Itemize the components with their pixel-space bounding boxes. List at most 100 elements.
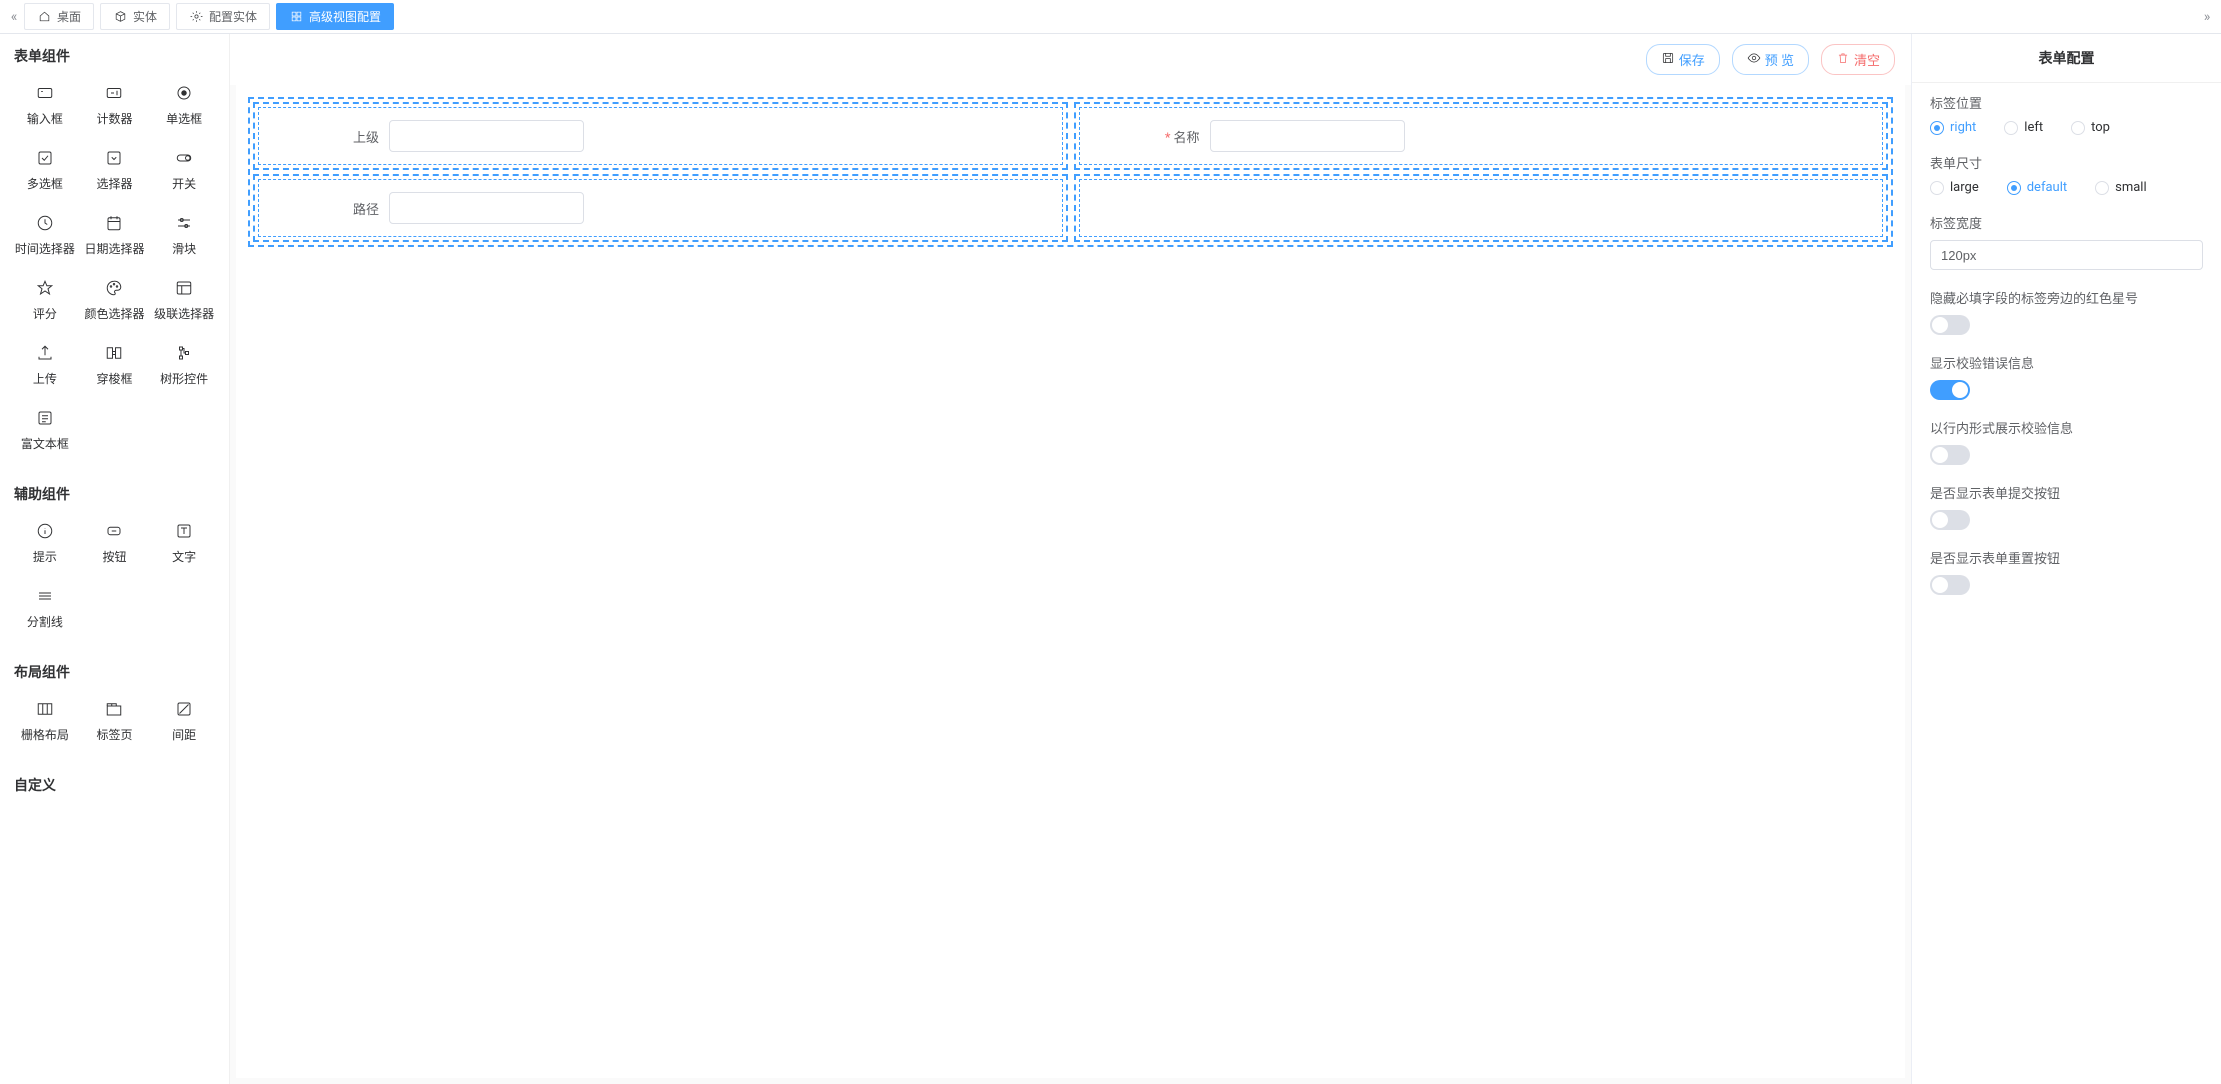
form-cell-empty[interactable] — [1074, 174, 1889, 242]
palette-item-clock[interactable]: 时间选择器 — [10, 202, 80, 267]
palette-item-divider[interactable]: 分割线 — [10, 575, 80, 640]
field-input-path[interactable] — [389, 192, 584, 224]
tab-2[interactable]: 配置实体 — [176, 3, 270, 30]
cfg-label-labelPosition: 标签位置 — [1930, 93, 2203, 112]
palette-item-label: 多选框 — [27, 175, 63, 192]
palette-item-tabs[interactable]: 标签页 — [80, 688, 150, 753]
top-tabs: « 桌面 实体配置实体 高级视图配置 » — [0, 0, 2221, 34]
gear-icon — [189, 10, 203, 24]
config-title: 表单配置 — [1912, 34, 2221, 83]
radio-labelPosition-left[interactable]: left — [2004, 120, 2043, 135]
switch-showMessage[interactable] — [1930, 380, 1970, 400]
calendar-icon — [105, 212, 123, 234]
tabs-scroll-left[interactable]: « — [4, 9, 24, 25]
cfg-label-hideAsterisk: 隐藏必填字段的标签旁边的红色星号 — [1930, 288, 2203, 307]
tabs-icon — [105, 698, 123, 720]
cfg-label-labelWidth: 标签宽度 — [1930, 213, 2203, 232]
cfg-label-showSubmit: 是否显示表单提交按钮 — [1930, 483, 2203, 502]
palette-item-label: 输入框 — [27, 110, 63, 127]
form-canvas[interactable]: 上级 *名称 路径 — [236, 85, 1905, 1078]
radio-formSize-default[interactable]: default — [2007, 180, 2067, 195]
form-cell-parent[interactable]: 上级 — [253, 102, 1068, 170]
preview-button[interactable]: 预 览 — [1732, 44, 1809, 75]
palette-item-text[interactable]: 文字 — [149, 510, 219, 575]
palette-item-upload[interactable]: 上传 — [10, 332, 80, 397]
palette-item-button[interactable]: 按钮 — [80, 510, 150, 575]
palette-section-title: 辅助组件 — [0, 472, 229, 510]
radio-label: small — [2115, 180, 2147, 195]
radio-dot-icon — [2004, 121, 2018, 135]
tree-icon — [175, 342, 193, 364]
cube-icon — [113, 10, 127, 24]
palette-item-slash[interactable]: 间距 — [149, 688, 219, 753]
slash-icon — [175, 698, 193, 720]
radio-dot-icon — [2095, 181, 2109, 195]
radio-labelPosition-right[interactable]: right — [1930, 120, 1976, 135]
palette-item-star[interactable]: 评分 — [10, 267, 80, 332]
palette-item-tree[interactable]: 树形控件 — [149, 332, 219, 397]
palette-item-switch[interactable]: 开关 — [149, 137, 219, 202]
palette-item-radio[interactable]: 单选框 — [149, 72, 219, 137]
palette-item-label: 上传 — [33, 370, 57, 387]
palette-item-label: 树形控件 — [160, 370, 208, 387]
form-cell-name[interactable]: *名称 — [1074, 102, 1889, 170]
palette-item-label: 时间选择器 — [15, 240, 75, 257]
save-button[interactable]: 保存 — [1646, 44, 1720, 75]
radio-label: large — [1950, 180, 1979, 195]
palette-item-select[interactable]: 选择器 — [80, 137, 150, 202]
palette-item-richtext[interactable]: 富文本框 — [10, 397, 80, 462]
tabs-scroll-right[interactable]: » — [2197, 9, 2217, 25]
cfg-label-showReset: 是否显示表单重置按钮 — [1930, 548, 2203, 567]
grid-icon — [289, 10, 303, 24]
form-cell-path[interactable]: 路径 — [253, 174, 1068, 242]
switch-hideAsterisk[interactable] — [1930, 315, 1970, 335]
palette-item-transfer[interactable]: 穿梭框 — [80, 332, 150, 397]
component-palette: 表单组件输入框计数器单选框多选框选择器开关时间选择器日期选择器滑块评分颜色选择器… — [0, 34, 230, 1084]
slider-icon — [175, 212, 193, 234]
canvas-toolbar: 保存 预 览 清空 — [230, 34, 1911, 85]
radio-formSize-large[interactable]: large — [1930, 180, 1979, 195]
palette-item-label: 富文本框 — [21, 435, 69, 452]
palette-item-palette[interactable]: 颜色选择器 — [80, 267, 150, 332]
switch-showReset[interactable] — [1930, 575, 1970, 595]
cols-icon — [36, 698, 54, 720]
radio-formSize-small[interactable]: small — [2095, 180, 2147, 195]
field-input-parent[interactable] — [389, 120, 584, 152]
home-icon — [37, 10, 51, 24]
field-input-name[interactable] — [1210, 120, 1405, 152]
tab-0[interactable]: 桌面 — [24, 3, 94, 30]
palette-item-cols[interactable]: 栅格布局 — [10, 688, 80, 753]
palette-item-checkbox[interactable]: 多选框 — [10, 137, 80, 202]
select-icon — [105, 147, 123, 169]
palette-item-counter[interactable]: 计数器 — [80, 72, 150, 137]
radio-labelPosition-top[interactable]: top — [2071, 120, 2110, 135]
palette-item-slider[interactable]: 滑块 — [149, 202, 219, 267]
radio-dot-icon — [1930, 181, 1944, 195]
tab-label: 高级视图配置 — [309, 8, 381, 25]
save-label: 保存 — [1679, 50, 1705, 69]
cfg-input-labelWidth[interactable] — [1930, 240, 2203, 270]
cfg-label-formSize: 表单尺寸 — [1930, 153, 2203, 172]
switch-inlineMessage[interactable] — [1930, 445, 1970, 465]
palette-item-input[interactable]: 输入框 — [10, 72, 80, 137]
save-icon — [1661, 51, 1675, 69]
palette-item-label: 计数器 — [96, 110, 132, 127]
tab-1[interactable]: 实体 — [100, 3, 170, 30]
config-panel: 表单配置 标签位置 right left top 表单尺寸 large default sma… — [1911, 34, 2221, 1084]
palette-item-cascade[interactable]: 级联选择器 — [149, 267, 219, 332]
checkbox-icon — [36, 147, 54, 169]
input-icon — [36, 82, 54, 104]
clear-button[interactable]: 清空 — [1821, 44, 1895, 75]
palette-item-label: 间距 — [172, 726, 196, 743]
cascade-icon — [175, 277, 193, 299]
radio-label: left — [2024, 120, 2043, 135]
canvas-area: 保存 预 览 清空 上级 — [230, 34, 1911, 1084]
tab-3[interactable]: 高级视图配置 — [276, 3, 394, 30]
switch-showSubmit[interactable] — [1930, 510, 1970, 530]
palette-item-label: 提示 — [33, 548, 57, 565]
palette-item-calendar[interactable]: 日期选择器 — [80, 202, 150, 267]
tab-label: 桌面 — [57, 8, 81, 25]
palette-item-info[interactable]: 提示 — [10, 510, 80, 575]
main-layout: 表单组件输入框计数器单选框多选框选择器开关时间选择器日期选择器滑块评分颜色选择器… — [0, 34, 2221, 1084]
eye-icon — [1747, 51, 1761, 69]
